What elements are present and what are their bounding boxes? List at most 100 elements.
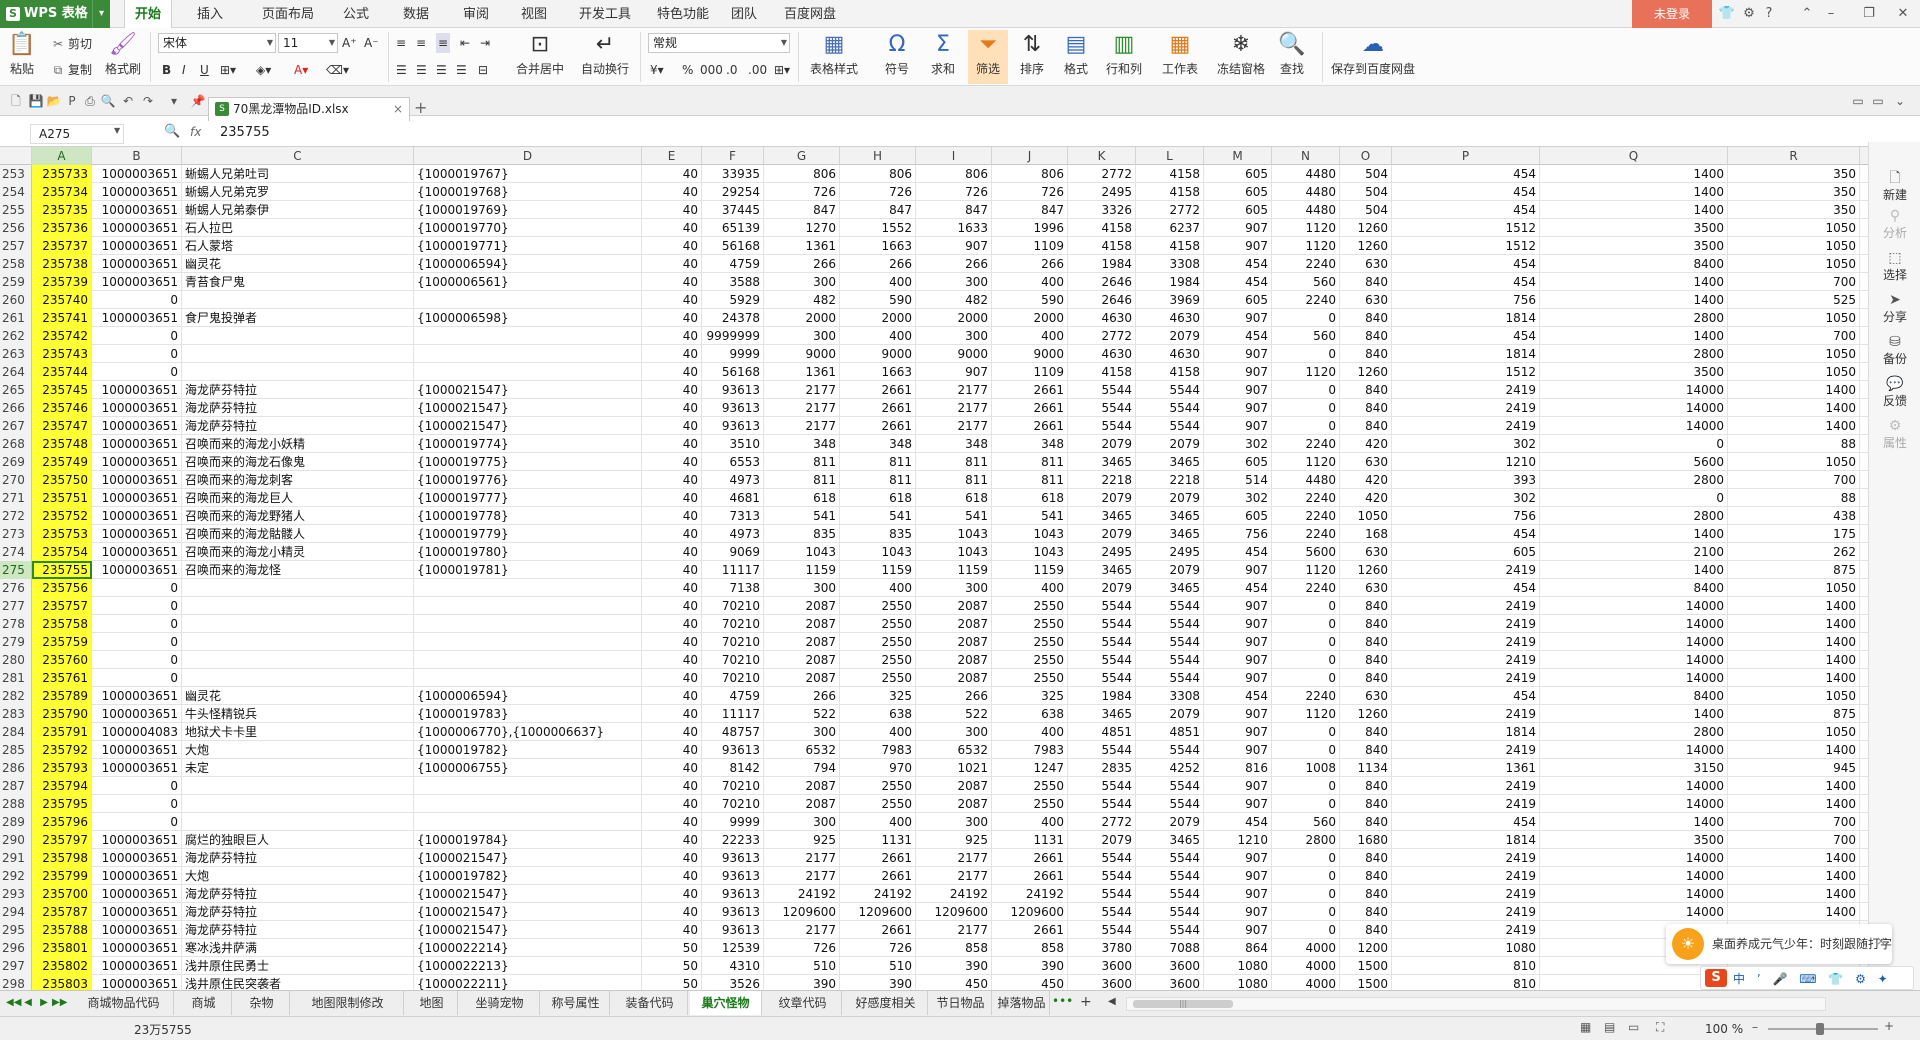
horizontal-scrollbar[interactable]: ||| [1126,997,1826,1011]
cell-o[interactable]: 1134 [1340,759,1392,777]
cell-k[interactable]: 2646 [1068,291,1136,309]
cell-r[interactable]: 875 [1728,561,1860,579]
cell-k[interactable]: 2646 [1068,273,1136,291]
cell-p[interactable]: 810 [1392,957,1540,975]
row-header[interactable]: 294 [0,903,32,921]
cell-i[interactable]: 390 [916,957,992,975]
cell-p[interactable]: 1361 [1392,759,1540,777]
cell-j[interactable]: 726 [992,183,1068,201]
cell-l[interactable]: 4158 [1136,165,1204,183]
cell-d[interactable]: {1000019782} [414,741,642,759]
cell-l[interactable]: 5544 [1136,633,1204,651]
cell-a[interactable]: 235793 [32,759,92,777]
cell-e[interactable]: 40 [642,255,702,273]
cell-h[interactable]: 541 [840,507,916,525]
cell-o[interactable]: 840 [1340,273,1392,291]
menu-tab-4[interactable]: 数据 [392,0,440,28]
row-header[interactable]: 288 [0,795,32,813]
cell-m[interactable]: 454 [1204,813,1272,831]
cell-q[interactable]: 1400 [1540,273,1728,291]
cell-k[interactable]: 4851 [1068,723,1136,741]
cell-b[interactable]: 1000003651 [92,201,182,219]
cell-g[interactable]: 811 [764,453,840,471]
cell-c[interactable]: 未定 [182,759,414,777]
cell-k[interactable]: 3465 [1068,705,1136,723]
cell-m[interactable]: 302 [1204,489,1272,507]
cell-j[interactable]: 1159 [992,561,1068,579]
cell-n[interactable]: 1120 [1272,705,1340,723]
cell-c[interactable] [182,363,414,381]
cell-o[interactable]: 840 [1340,885,1392,903]
print-icon[interactable]: ⎙ [82,93,98,109]
cell-q[interactable]: 2800 [1540,309,1728,327]
cell-i[interactable]: 2177 [916,921,992,939]
save-icon[interactable]: 💾 [28,93,44,109]
cell-b[interactable]: 1000003651 [92,561,182,579]
cell-q[interactable]: 3500 [1540,831,1728,849]
cell-o[interactable]: 840 [1340,669,1392,687]
cell-d[interactable]: {1000022214} [414,939,642,957]
cell-h[interactable]: 2550 [840,615,916,633]
cell-r[interactable]: 1400 [1728,903,1860,921]
column-header-M[interactable]: M [1204,147,1272,165]
cell-h[interactable]: 400 [840,579,916,597]
cell-a[interactable]: 235799 [32,867,92,885]
cell-r[interactable]: 1050 [1728,453,1860,471]
cell-j[interactable]: 24192 [992,885,1068,903]
cell-g[interactable]: 806 [764,165,840,183]
cell-i[interactable]: 907 [916,363,992,381]
cell-f[interactable]: 93613 [702,849,764,867]
cell-e[interactable]: 40 [642,561,702,579]
cell-f[interactable]: 22233 [702,831,764,849]
column-header-E[interactable]: E [642,147,702,165]
cell-j[interactable]: 858 [992,939,1068,957]
cell-h[interactable]: 2000 [840,309,916,327]
cell-h[interactable]: 1043 [840,543,916,561]
cell-m[interactable]: 605 [1204,507,1272,525]
cell-m[interactable]: 907 [1204,651,1272,669]
cell-p[interactable]: 2419 [1392,633,1540,651]
cell-c[interactable] [182,795,414,813]
cell-b[interactable]: 1000003651 [92,957,182,975]
cell-l[interactable]: 2079 [1136,327,1204,345]
cell-a[interactable]: 235761 [32,669,92,687]
border-icon[interactable]: ⊞▾ [220,60,236,80]
cell-j[interactable]: 7983 [992,741,1068,759]
cell-g[interactable]: 6532 [764,741,840,759]
cell-b[interactable]: 1000003651 [92,921,182,939]
cell-g[interactable]: 510 [764,957,840,975]
cell-n[interactable]: 2240 [1272,525,1340,543]
align-bottom-icon[interactable]: ≡ [436,33,451,53]
cell-o[interactable]: 840 [1340,417,1392,435]
cell-c[interactable]: 寒冰浅井萨满 [182,939,414,957]
merge-center-button[interactable]: ⊡ 合并居中 [508,32,572,77]
cell-c[interactable]: 幽灵花 [182,687,414,705]
cell-b[interactable]: 1000003651 [92,543,182,561]
cell-m[interactable]: 605 [1204,201,1272,219]
cell-g[interactable]: 925 [764,831,840,849]
cell-n[interactable]: 0 [1272,615,1340,633]
cell-j[interactable]: 618 [992,489,1068,507]
cell-f[interactable]: 48757 [702,723,764,741]
document-tab[interactable]: S 70黑龙潭物品ID.xlsx × [208,97,410,121]
cell-e[interactable]: 40 [642,201,702,219]
cell-n[interactable]: 4480 [1272,471,1340,489]
cell-p[interactable]: 2419 [1392,417,1540,435]
close-icon[interactable]: × [1876,934,1886,948]
cell-e[interactable]: 40 [642,435,702,453]
cell-i[interactable]: 2087 [916,777,992,795]
cell-j[interactable]: 390 [992,957,1068,975]
cell-e[interactable]: 40 [642,471,702,489]
row-column-button[interactable]: ▥ 行和列 [1102,32,1146,77]
cell-d[interactable]: {1000021547} [414,381,642,399]
cell-e[interactable]: 40 [642,669,702,687]
cell-f[interactable]: 93613 [702,417,764,435]
cell-k[interactable]: 5544 [1068,903,1136,921]
cell-j[interactable]: 2661 [992,381,1068,399]
cell-l[interactable]: 5544 [1136,921,1204,939]
cell-i[interactable]: 482 [916,291,992,309]
find-button[interactable]: 🔍 查找 [1272,32,1312,77]
cell-i[interactable]: 806 [916,165,992,183]
indent-increase-icon[interactable]: ⇥ [480,33,490,53]
cell-n[interactable]: 0 [1272,399,1340,417]
